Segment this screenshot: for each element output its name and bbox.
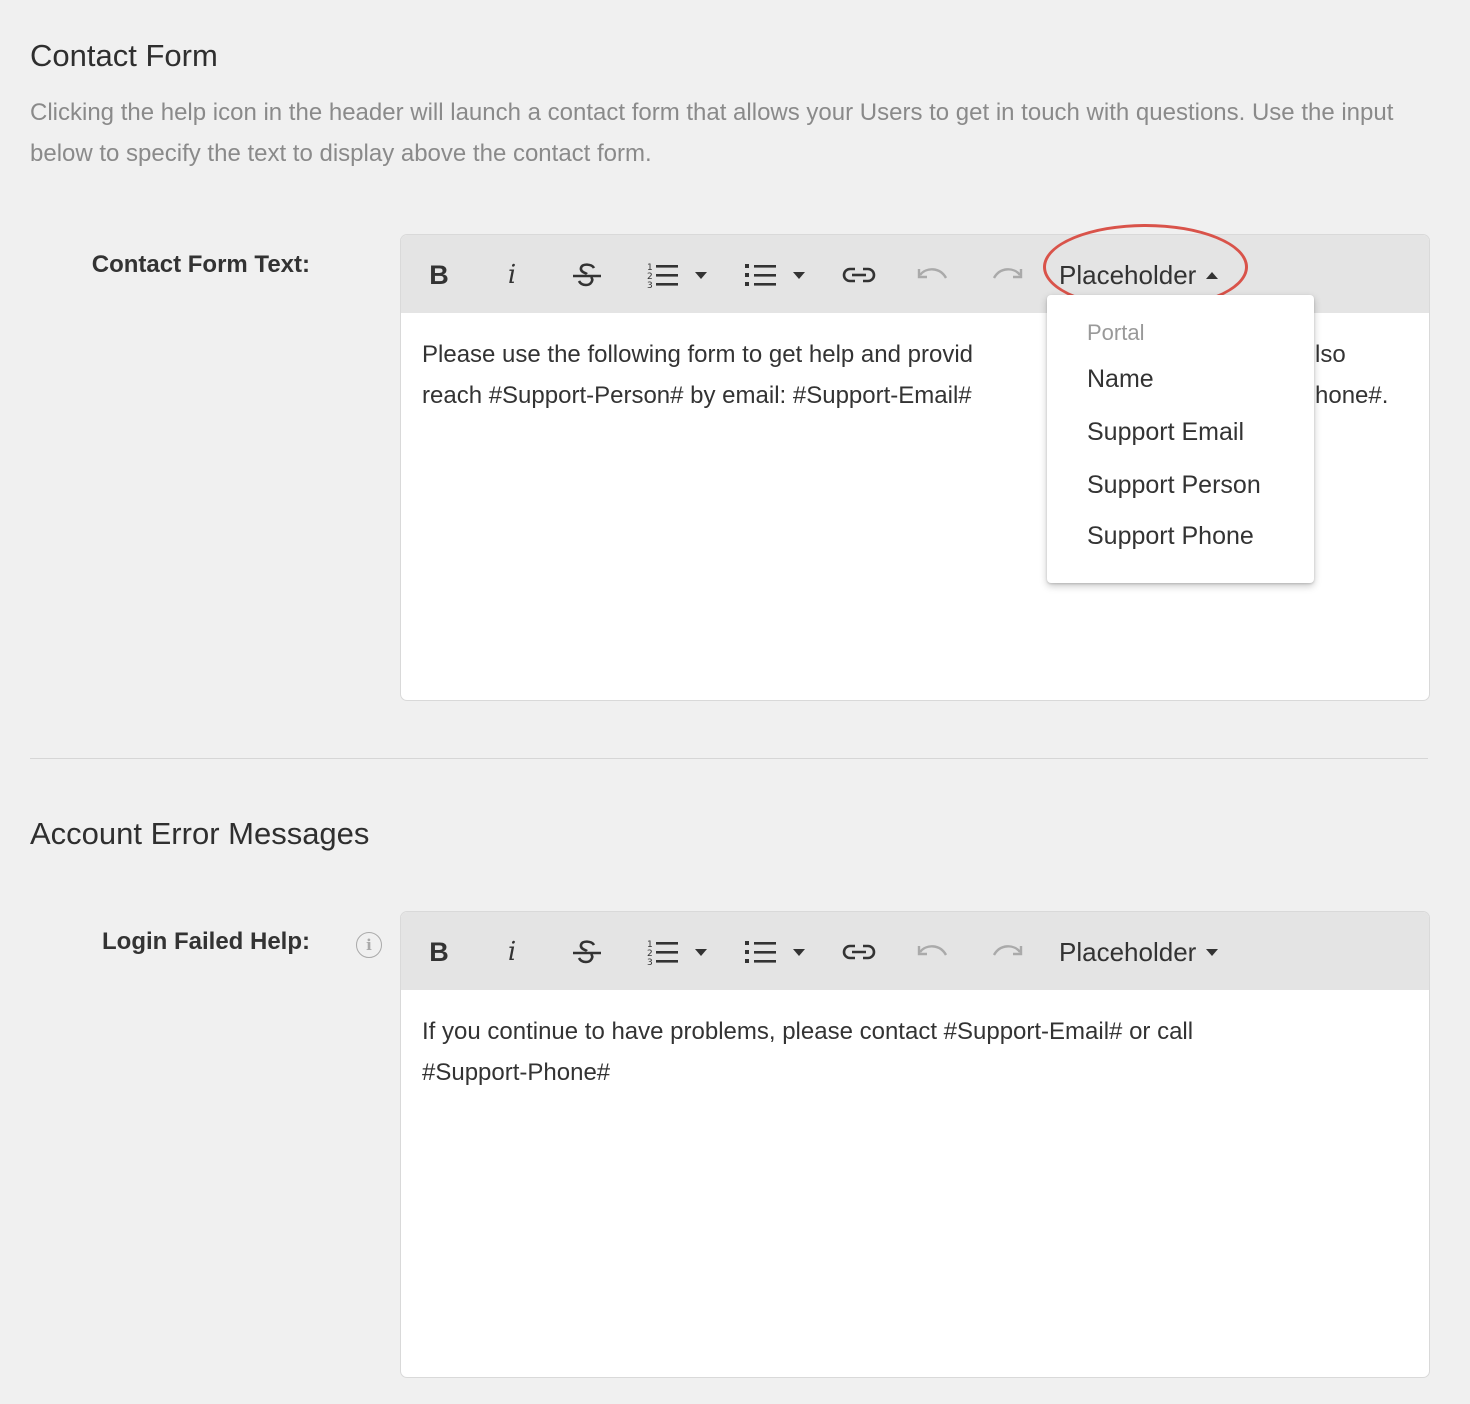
menu-group-header: Portal <box>1087 320 1145 345</box>
strikethrough-icon <box>573 263 601 287</box>
contact-form-text-label: Contact Form Text: <box>91 251 310 278</box>
link-button[interactable] <box>839 932 879 972</box>
chevron-down-icon <box>793 948 805 956</box>
svg-text:3: 3 <box>647 281 653 290</box>
menu-item-support-email[interactable]: Support Email <box>1087 418 1244 447</box>
bullet-list-button[interactable] <box>739 932 809 972</box>
chevron-down-icon <box>1206 948 1219 956</box>
settings-page: Contact Form Clicking the help icon in t… <box>0 0 1470 1404</box>
login-failed-help-editor: B i 1 2 3 Placeholder If you continue to… <box>400 911 1430 1378</box>
italic-button[interactable]: i <box>497 932 527 972</box>
ordered-list-icon: 1 2 3 <box>647 263 678 290</box>
editor-text-fragment: Please use the following form to get hel… <box>422 341 974 368</box>
svg-text:3: 3 <box>647 958 653 967</box>
chevron-down-icon <box>793 271 805 279</box>
redo-icon <box>992 945 1023 956</box>
contact-form-section-title: Contact Form <box>30 38 218 73</box>
link-icon <box>842 944 876 960</box>
placeholder-dropdown-menu: Portal Name Support Email Support Person… <box>1047 295 1314 583</box>
contact-form-description: Clicking the help icon in the header wil… <box>30 99 1394 167</box>
undo-icon <box>917 945 948 956</box>
account-error-messages-title: Account Error Messages <box>30 816 370 851</box>
italic-button[interactable]: i <box>497 255 527 295</box>
editor-toolbar: B i 1 2 3 Placeholder <box>401 912 1429 990</box>
link-icon <box>842 267 876 283</box>
placeholder-dropdown-button[interactable]: Placeholder <box>1051 255 1236 295</box>
strikethrough-icon <box>573 940 601 964</box>
chevron-up-icon <box>1206 271 1219 279</box>
editor-text: If you continue to have problems, please… <box>422 1018 1194 1086</box>
info-icon-glyph: i <box>366 936 372 954</box>
ordered-list-button[interactable]: 1 2 3 <box>641 255 711 295</box>
strikethrough-button[interactable] <box>567 932 607 972</box>
chevron-down-icon <box>695 948 707 956</box>
undo-button[interactable] <box>913 932 953 972</box>
bullet-list-button[interactable] <box>739 255 809 295</box>
placeholder-dropdown-label: Placeholder <box>1059 259 1197 290</box>
bullet-list-icon <box>745 264 776 286</box>
menu-item-name[interactable]: Name <box>1087 365 1154 394</box>
section-divider <box>30 758 1428 759</box>
info-icon[interactable]: i <box>356 932 382 958</box>
editor-text-fragment: hone#. <box>1315 382 1389 409</box>
placeholder-dropdown-button[interactable]: Placeholder <box>1051 932 1236 972</box>
ordered-list-button[interactable]: 1 2 3 <box>641 932 711 972</box>
editor-content[interactable]: If you continue to have problems, please… <box>401 990 1301 1093</box>
redo-button[interactable] <box>987 255 1027 295</box>
editor-text-fragment: lso <box>1315 341 1346 368</box>
undo-button[interactable] <box>913 255 953 295</box>
ordered-list-icon: 1 2 3 <box>647 940 678 967</box>
placeholder-dropdown-label: Placeholder <box>1059 936 1197 967</box>
link-button[interactable] <box>839 255 879 295</box>
chevron-down-icon <box>695 271 707 279</box>
editor-text-fragment: reach #Support-Person# by email: #Suppor… <box>422 382 972 409</box>
bullet-list-icon <box>745 941 776 963</box>
menu-item-support-phone[interactable]: Support Phone <box>1087 522 1254 551</box>
undo-icon <box>917 268 948 279</box>
redo-icon <box>992 268 1023 279</box>
strikethrough-button[interactable] <box>567 255 607 295</box>
menu-item-support-person[interactable]: Support Person <box>1087 471 1261 500</box>
bold-button[interactable]: B <box>421 255 457 295</box>
login-failed-help-label: Login Failed Help: <box>102 928 310 955</box>
bold-button[interactable]: B <box>421 932 457 972</box>
redo-button[interactable] <box>987 932 1027 972</box>
